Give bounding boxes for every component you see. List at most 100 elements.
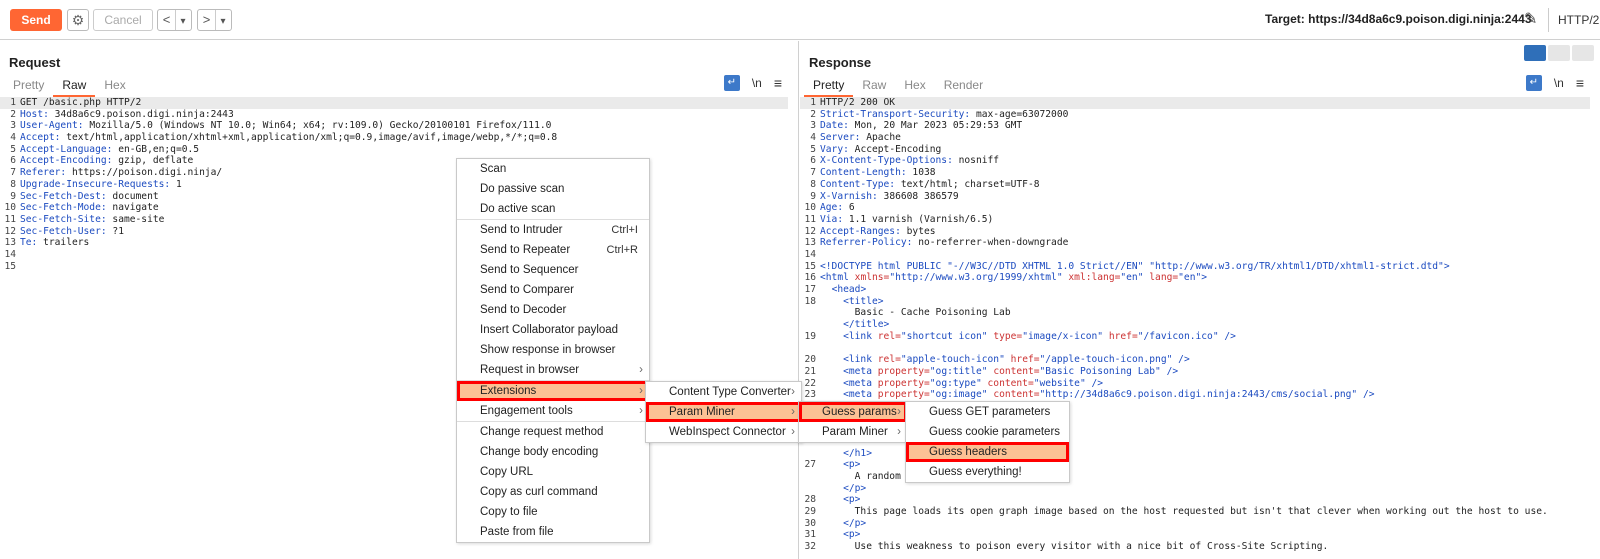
tab-render[interactable]: Render: [935, 77, 992, 97]
menu-item-copy-url[interactable]: Copy URL: [457, 462, 649, 482]
response-line: 17 <head>: [800, 284, 1600, 296]
tab-hex[interactable]: Hex: [95, 77, 134, 97]
tab-pretty[interactable]: Pretty: [804, 77, 854, 97]
back-arrow-icon[interactable]: <: [158, 10, 176, 30]
request-pane: Request Pretty Raw Hex ↵ \n ≡ 1 GET /basic.…: [0, 41, 799, 559]
menu-item-guess-headers[interactable]: Guess headers: [906, 442, 1069, 462]
line-number: 9: [10, 190, 16, 202]
response-line: 5 Vary: Accept-Encoding: [800, 144, 1600, 156]
request-line: 9 Sec-Fetch-Dest: document: [0, 191, 798, 203]
line-number: 22: [804, 377, 816, 389]
menu-item-change-request-method[interactable]: Change request method: [457, 422, 649, 442]
menu-item-do-passive-scan[interactable]: Do passive scan: [457, 179, 649, 199]
menu-item-change-body-encoding[interactable]: Change body encoding: [457, 442, 649, 462]
line-text: <meta property="og:image" content="http:…: [843, 389, 1375, 401]
menu-item-insert-collaborator-payload[interactable]: Insert Collaborator payload: [457, 320, 649, 340]
line-text: Date: Mon, 20 Mar 2023 05:29:53 GMT: [820, 120, 1023, 132]
tab-hex[interactable]: Hex: [895, 77, 934, 97]
line-number: 6: [10, 155, 16, 167]
menu-item-scan[interactable]: Scan: [457, 159, 649, 179]
line-number: 7: [810, 167, 816, 179]
show-newlines-icon[interactable]: \n: [752, 76, 762, 90]
line-text: <title>: [843, 295, 884, 307]
menu-item-label: Guess GET parameters: [929, 406, 1051, 418]
menu-item-label: Send to Repeater: [480, 244, 571, 256]
menu-item-guess-everything[interactable]: Guess everything!: [906, 462, 1069, 482]
line-number: 1: [810, 97, 816, 108]
layout-side-by-side-icon[interactable]: [1524, 45, 1546, 61]
menu-item-send-to-comparer[interactable]: Send to Comparer: [457, 280, 649, 300]
menu-item-guess-params[interactable]: Guess params ›: [799, 402, 907, 422]
response-line: 8 Content-Type: text/html; charset=UTF-8: [800, 179, 1600, 191]
menu-item-request-in-browser[interactable]: Request in browser ›: [457, 360, 649, 380]
forward-arrow-icon[interactable]: >: [198, 10, 216, 30]
wrap-lines-icon[interactable]: ↵: [1525, 75, 1542, 91]
menu-item-send-to-intruder[interactable]: Send to Intruder Ctrl+I: [457, 220, 649, 240]
request-line: 11 Sec-Fetch-Site: same-site: [0, 214, 798, 226]
menu-item-send-to-decoder[interactable]: Send to Decoder: [457, 300, 649, 320]
request-editor[interactable]: 1 GET /basic.php HTTP/2 2 Host: 34d8a6c9.po…: [0, 97, 798, 559]
response-line: </p>: [800, 483, 1600, 495]
menu-item-paste-from-file[interactable]: Paste from file: [457, 522, 649, 542]
line-text: Referer: https://poison.digi.ninja/: [20, 167, 223, 179]
menu-item-content-type-converter[interactable]: Content Type Converter ›: [646, 382, 801, 402]
menu-item-engagement-tools[interactable]: Engagement tools ›: [457, 401, 649, 421]
menu-item-send-to-sequencer[interactable]: Send to Sequencer: [457, 260, 649, 280]
line-number: 5: [10, 143, 16, 155]
protocol-label[interactable]: HTTP/2: [1558, 13, 1599, 27]
wrap-lines-icon[interactable]: ↵: [723, 75, 740, 91]
line-text: <meta property="og:type" content="websit…: [843, 377, 1104, 389]
forward-dropdown-icon[interactable]: ▾: [216, 12, 230, 32]
response-line: 28 <p>: [800, 494, 1600, 506]
response-editor-icons: ↵ \n ≡: [1525, 75, 1584, 91]
line-text: </p>: [843, 482, 867, 494]
cancel-button[interactable]: Cancel: [93, 9, 153, 31]
layout-tabs-icon[interactable]: [1572, 45, 1594, 61]
line-text: Referrer-Policy: no-referrer-when-downgr…: [820, 237, 1069, 249]
tab-pretty[interactable]: Pretty: [4, 77, 53, 97]
send-button[interactable]: Send: [10, 9, 62, 31]
line-number: 8: [810, 178, 816, 190]
menu-item-label: Insert Collaborator payload: [480, 324, 619, 336]
line-number: 12: [804, 225, 816, 237]
menu-item-show-response-in-browser[interactable]: Show response in browser: [457, 340, 649, 360]
back-button-group[interactable]: < ▾: [157, 9, 192, 31]
layout-top-bottom-icon[interactable]: [1548, 45, 1570, 61]
line-number: 14: [804, 248, 816, 260]
line-text: Accept: text/html,application/xhtml+xml,…: [20, 132, 558, 144]
response-editor[interactable]: 1 HTTP/2 200 OK 2 Strict-Transport-Security…: [800, 97, 1600, 559]
request-line: 15: [0, 261, 798, 273]
response-line: 18 <title>: [800, 296, 1600, 308]
line-number: 4: [810, 132, 816, 144]
menu-item-webinspect-connector[interactable]: WebInspect Connector ›: [646, 422, 801, 442]
submenu-arrow-icon: ›: [639, 385, 643, 397]
menu-item-extensions[interactable]: Extensions ›: [457, 381, 649, 401]
menu-item-copy-as-curl-command[interactable]: Copy as curl command: [457, 482, 649, 502]
tab-raw[interactable]: Raw: [853, 77, 895, 97]
edit-target-pencil-icon[interactable]: ✎: [1524, 9, 1537, 29]
response-title: Response: [809, 55, 872, 70]
settings-gear-icon[interactable]: ⚙: [67, 9, 89, 31]
response-line: Basic - Cache Poisoning Lab: [800, 307, 1600, 319]
menu-icon[interactable]: ≡: [774, 75, 782, 91]
menu-icon[interactable]: ≡: [1576, 75, 1584, 91]
menu-item-param-miner[interactable]: Param Miner ›: [646, 402, 801, 422]
response-line: 7 Content-Length: 1038: [800, 167, 1600, 179]
forward-button-group[interactable]: > ▾: [197, 9, 232, 31]
menu-item-param-miner[interactable]: Param Miner ›: [799, 422, 907, 442]
tab-raw[interactable]: Raw: [53, 77, 96, 97]
menu-item-do-active-scan[interactable]: Do active scan: [457, 199, 649, 219]
menu-item-send-to-repeater[interactable]: Send to Repeater Ctrl+R: [457, 240, 649, 260]
menu-item-label: Content Type Converter: [669, 386, 791, 398]
line-number: 28: [804, 494, 816, 506]
menu-item-guess-cookie-parameters[interactable]: Guess cookie parameters: [906, 422, 1069, 442]
line-text: <html xmlns="http://www.w3.org/1999/xhtm…: [820, 272, 1208, 284]
response-line: 1 HTTP/2 200 OK: [800, 97, 1590, 109]
menu-item-guess-get-parameters[interactable]: Guess GET parameters: [906, 402, 1069, 422]
shortcut-label: Ctrl+I: [611, 224, 638, 236]
show-newlines-icon[interactable]: \n: [1554, 76, 1564, 90]
menu-item-copy-to-file[interactable]: Copy to file: [457, 502, 649, 522]
menu-item-label: Extensions: [480, 385, 537, 397]
back-dropdown-icon[interactable]: ▾: [176, 12, 190, 32]
line-text: Vary: Accept-Encoding: [820, 143, 942, 155]
